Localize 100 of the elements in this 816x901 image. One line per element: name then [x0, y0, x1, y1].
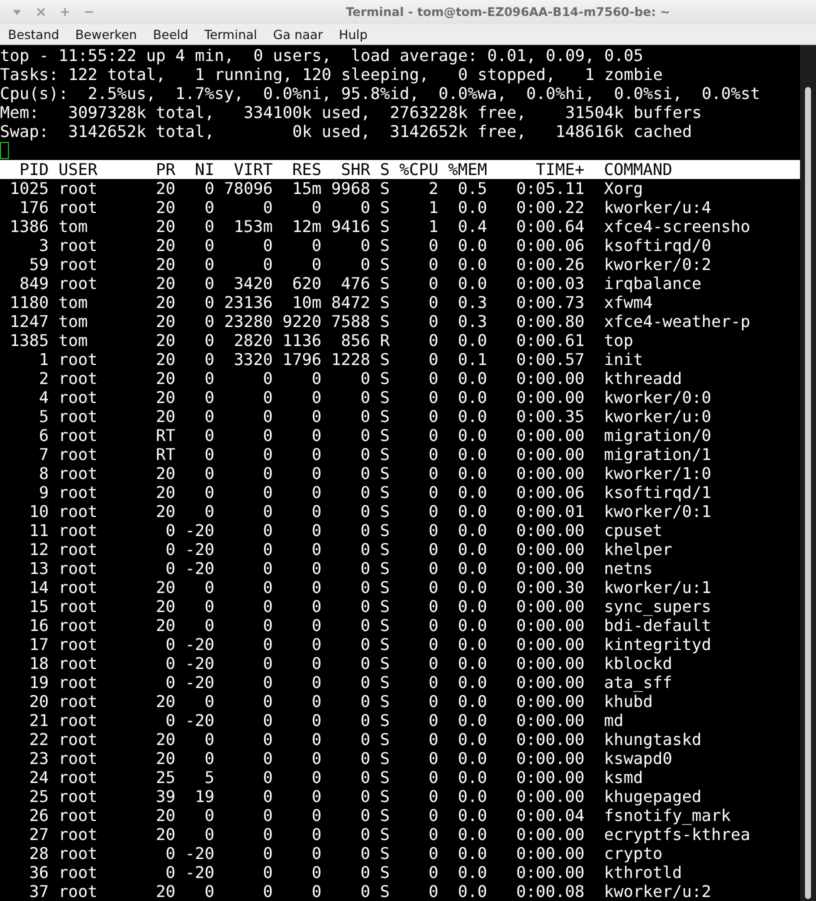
table-cell-text: 18: [28, 654, 49, 673]
table-cell-text: 20: [154, 483, 176, 502]
table-cell-text: 0: [310, 540, 322, 559]
menu-item[interactable]: Hulp: [330, 26, 376, 42]
table-cell-text: 0:00.73: [515, 293, 585, 312]
table-cell-text: netns: [604, 559, 654, 578]
table-cell-text: tom: [58, 331, 89, 350]
table-cell-text: 0.0: [456, 426, 488, 445]
table-cell-text: 0: [428, 882, 438, 901]
table-cell-text: 0:00.64: [515, 217, 585, 236]
table-cell-text: 0.4: [456, 217, 488, 236]
table-cell: -20: [185, 540, 214, 559]
table-cell-text: 176: [18, 198, 49, 217]
table-cell-text: 0: [428, 692, 438, 711]
table-cell-text: 0: [204, 217, 214, 236]
table-cell-text: 20: [154, 236, 176, 255]
table-cell-text: 0:00.00: [515, 730, 585, 749]
column-header: PID: [18, 160, 49, 179]
table-cell-text: 0: [359, 426, 370, 445]
table-cell-text: 0: [428, 578, 438, 597]
table-cell: 23280: [224, 312, 273, 331]
table-cell-text: 5: [38, 407, 49, 426]
table-cell-text: 0: [359, 388, 370, 407]
table-cell-text: 0.0: [456, 483, 488, 502]
table-cell-text: 25: [28, 787, 49, 806]
table-cell-text: 20: [154, 616, 176, 635]
table-cell-text: root: [58, 445, 98, 464]
table-cell-text: 0: [204, 616, 214, 635]
table-cell-text: 27: [28, 825, 49, 844]
menu-item[interactable]: Ga naar: [265, 26, 331, 42]
table-cell-text: 0: [204, 350, 214, 369]
table-cell-text: 0: [262, 749, 273, 768]
table-cell-text: 0:00.00: [515, 597, 585, 616]
table-cell-text: 0:00.00: [515, 863, 585, 882]
table-cell-text: 22: [28, 730, 49, 749]
table-cell-text: 0: [428, 293, 438, 312]
table-cell-text: 0: [204, 312, 214, 331]
table-cell-text: 0: [359, 654, 370, 673]
table-cell: -20: [185, 863, 214, 882]
table-cell-text: 0.0: [456, 369, 488, 388]
table-cell: 23136: [224, 293, 273, 312]
table-cell-text: 0: [262, 483, 273, 502]
table-cell-text: 0: [359, 236, 370, 255]
table-cell-text: 0: [310, 369, 322, 388]
menu-item[interactable]: Beeld: [144, 26, 196, 42]
table-cell-text: bdi-default: [604, 616, 712, 635]
table-cell-text: root: [58, 198, 98, 217]
table-cell-text: 0: [204, 255, 214, 274]
table-cell-text: 0: [359, 407, 370, 426]
table-cell-text: root: [58, 863, 98, 882]
maximize-icon[interactable]: [60, 7, 70, 17]
table-cell-text: 0.0: [456, 274, 488, 293]
table-cell-text: 28: [28, 844, 49, 863]
table-cell: -20: [185, 711, 214, 730]
table-cell-text: 0: [164, 844, 176, 863]
table-cell-text: 1025: [8, 179, 49, 198]
dropdown-icon[interactable]: [12, 7, 22, 17]
table-cell: -20: [185, 559, 214, 578]
table-cell-text: 0:00.00: [515, 559, 585, 578]
table-cell-text: 0: [428, 483, 438, 502]
table-cell-text: root: [58, 787, 98, 806]
table-cell-text: 0: [310, 806, 322, 825]
table-cell: S: [380, 445, 390, 464]
table-cell-text: 0: [359, 787, 370, 806]
table-cell-text: 23: [28, 749, 49, 768]
table-cell-text: 12: [28, 540, 49, 559]
table-cell-text: 0.0: [456, 407, 488, 426]
table-cell-text: kworker/u:2: [604, 882, 712, 901]
table-cell-text: 0: [359, 559, 370, 578]
table-cell-text: 0: [262, 236, 273, 255]
column-header: TIME+: [534, 160, 585, 179]
table-cell-text: 0.0: [456, 825, 488, 844]
table-cell-text: root: [58, 673, 98, 692]
table-cell-text: 36: [28, 863, 49, 882]
column-header: USER: [58, 160, 98, 179]
table-cell-text: 0: [359, 825, 370, 844]
table-cell-text: 0: [310, 616, 322, 635]
table-cell-text: kthreadd: [604, 369, 683, 388]
table-cell-text: root: [58, 464, 98, 483]
table-cell-text: 24: [28, 768, 49, 787]
table-cell-text: 0:00.00: [515, 540, 585, 559]
scrollbar-thumb[interactable]: [805, 87, 811, 899]
table-cell-text: 0: [164, 654, 176, 673]
column-header: NI: [194, 160, 214, 179]
menu-item[interactable]: Bewerken: [67, 26, 145, 42]
table-cell-text: 1: [38, 350, 49, 369]
table-cell-text: 0: [262, 863, 273, 882]
table-cell-text: 20: [154, 369, 176, 388]
table-cell-text: 0.1: [456, 350, 488, 369]
table-cell-text: 0: [262, 635, 273, 654]
table-cell: S: [380, 179, 390, 198]
table-cell: S: [380, 255, 390, 274]
table-cell-text: 6: [38, 426, 49, 445]
table-cell-text: top: [604, 331, 634, 350]
menu-item[interactable]: Bestand: [0, 26, 68, 42]
table-cell-text: 0: [310, 654, 322, 673]
table-cell-text: 0: [262, 692, 273, 711]
menu-item[interactable]: Terminal: [196, 26, 266, 42]
close-icon[interactable]: [36, 7, 46, 17]
table-cell-text: 0.0: [456, 806, 488, 825]
